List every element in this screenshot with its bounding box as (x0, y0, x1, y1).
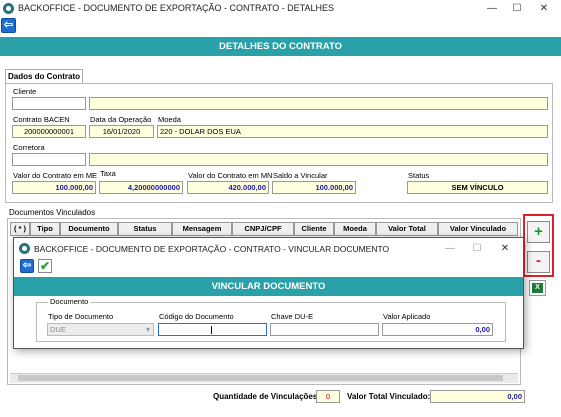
documentos-vinculados-label: Documentos Vinculados (9, 208, 96, 217)
maximize-button[interactable]: ☐ (506, 2, 528, 15)
remove-document-button[interactable]: - (527, 251, 550, 273)
codigo-documento-label: Código do Documento (159, 312, 234, 321)
valor-aplicado-label: Valor Aplicado (383, 312, 431, 321)
contrato-bacen-field[interactable]: 200000000001 (12, 125, 86, 138)
scrollbar-thumb[interactable] (18, 375, 503, 381)
dialog-title-bar: BACKOFFICE - DOCUMENTO DE EXPORTAÇÃO - C… (14, 238, 523, 258)
documento-group-label: Documento (48, 297, 91, 306)
column-header[interactable]: Moeda (334, 222, 376, 236)
data-operacao-field[interactable]: 16/01/2020 (89, 125, 154, 138)
quantidade-label: Quantidade de Vinculações: (213, 392, 320, 401)
saldo-field[interactable]: 100.000,00 (272, 181, 356, 194)
app-logo-icon (19, 243, 30, 254)
add-document-button[interactable]: + (527, 221, 550, 243)
valor-mn-label: Valor do Contrato em MN (188, 171, 273, 180)
dialog-title: BACKOFFICE - DOCUMENTO DE EXPORTAÇÃO - C… (34, 244, 390, 254)
column-header[interactable]: Valor Vinculado (438, 222, 518, 236)
status-field: SEM VÍNCULO (407, 181, 548, 194)
dialog-header: VINCULAR DOCUMENTO (14, 277, 523, 296)
moeda-field[interactable]: 220 - DOLAR DOS EUA (157, 125, 548, 138)
chave-due-label: Chave DU-E (271, 312, 314, 321)
dialog-toolbar: ⇦ ✔ (14, 258, 523, 277)
dialog-close-button[interactable]: ✕ (495, 242, 515, 255)
text-caret (211, 326, 212, 334)
column-header[interactable]: Tipo (30, 222, 60, 236)
documento-group (36, 302, 506, 342)
taxa-field[interactable]: 4,20000000000 (99, 181, 183, 194)
window-title: BACKOFFICE - DOCUMENTO DE EXPORTAÇÃO - C… (18, 3, 335, 13)
minimize-button[interactable]: — (481, 2, 503, 15)
valor-me-field[interactable]: 100.000,00 (12, 181, 96, 194)
excel-icon: X (532, 283, 543, 293)
valor-mn-field[interactable]: 420.000,00 (187, 181, 269, 194)
valor-total-label: Valor Total Vinculado: (347, 392, 431, 401)
tipo-documento-select[interactable]: DUE (47, 323, 154, 336)
data-operacao-label: Data da Operação (90, 115, 152, 124)
confirm-check-icon[interactable]: ✔ (38, 259, 52, 273)
dialog-minimize-button[interactable]: — (440, 242, 460, 255)
valor-aplicado-input[interactable]: 0,00 (382, 323, 493, 336)
codigo-documento-input[interactable] (158, 323, 267, 336)
taxa-label: Taxa (100, 169, 116, 178)
tab-dados-do-contrato[interactable]: Dados do Contrato (5, 69, 83, 83)
tipo-documento-label: Tipo de Documento (48, 312, 114, 321)
title-bar: BACKOFFICE - DOCUMENTO DE EXPORTAÇÃO - C… (0, 0, 561, 17)
corretora-code-field[interactable] (12, 153, 86, 166)
corretora-label: Corretora (13, 143, 45, 152)
column-header[interactable]: Status (118, 222, 172, 236)
toolbar: ⇦ (0, 17, 561, 37)
column-header[interactable]: CNPJ/CPF (232, 222, 294, 236)
saldo-label: Saldo a Vincular (273, 171, 328, 180)
quantidade-field: 0 (316, 390, 340, 403)
back-arrow-icon[interactable]: ⇦ (20, 259, 34, 273)
contrato-bacen-label: Contrato BACEN (13, 115, 70, 124)
valor-me-label: Valor do Contrato em ME (13, 171, 98, 180)
cliente-code-field[interactable] (12, 97, 86, 110)
tipo-documento-value: DUE (50, 325, 66, 334)
cliente-label: Cliente (13, 87, 37, 96)
page-title: DETALHES DO CONTRATO (0, 37, 561, 56)
back-arrow-icon[interactable]: ⇦ (1, 18, 16, 33)
app-logo-icon (3, 3, 14, 14)
excel-export-button[interactable]: X (529, 280, 546, 296)
chave-due-input[interactable] (270, 323, 379, 336)
column-header[interactable]: Documento (60, 222, 118, 236)
dialog-maximize-button[interactable]: ☐ (467, 242, 487, 255)
column-header[interactable]: Mensagem (172, 222, 232, 236)
vincular-documento-dialog: BACKOFFICE - DOCUMENTO DE EXPORTAÇÃO - C… (13, 237, 524, 349)
close-button[interactable]: ✕ (533, 2, 555, 15)
corretora-name-field[interactable] (89, 153, 548, 166)
status-label: Status (408, 171, 430, 180)
valor-total-field: 0,00 (430, 390, 525, 403)
column-header[interactable]: Cliente (294, 222, 334, 236)
cliente-name-field[interactable] (89, 97, 548, 110)
column-header[interactable]: ( * ) (10, 222, 30, 236)
column-header[interactable]: Valor Total (376, 222, 438, 236)
moeda-label: Moeda (158, 115, 181, 124)
